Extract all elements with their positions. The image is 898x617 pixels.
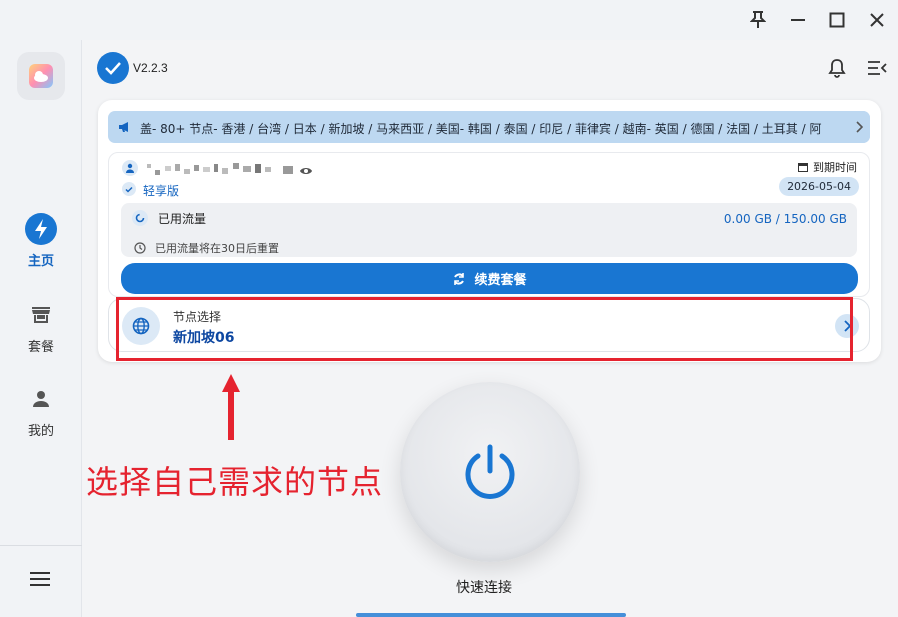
plan-name: 轻享版 [143,184,180,198]
notice-text: 盖- 80+ 节点- 香港 / 台湾 / 日本 / 新加坡 / 马来西亚 / 美… [140,122,822,136]
pin-icon[interactable] [746,8,770,32]
renew-button[interactable]: 续费套餐 [121,263,858,294]
expiry-date: 2026-05-04 [779,177,859,196]
reset-note: 已用流量将在30日后重置 [155,242,279,255]
bell-icon[interactable] [825,56,849,80]
notice-banner[interactable]: 盖- 80+ 节点- 香港 / 台湾 / 日本 / 新加坡 / 马来西亚 / 美… [108,111,870,143]
annotation-highlight-box [116,297,853,361]
menu-collapse-icon[interactable] [865,56,889,80]
account-info: 轻享版 到期时间 2026-05-04 已用流量 0.00 GB / 150.0… [108,152,870,297]
sidebar-item-profile[interactable]: 我的 [0,382,82,439]
minimize-icon[interactable] [786,8,810,32]
sidebar-divider [0,545,82,546]
person-icon [0,382,82,416]
usage-icon [132,210,148,226]
username-redacted [147,161,295,175]
calendar-icon [798,163,808,172]
sidebar: 主页 套餐 我的 [0,40,82,617]
sidebar-item-home[interactable]: 主页 [0,212,82,269]
traffic-panel: 已用流量 0.00 GB / 150.00 GB 已用流量将在30日后重置 [121,203,857,257]
refresh-icon [454,272,465,285]
power-button[interactable] [400,382,580,562]
sidebar-item-plans[interactable]: 套餐 [0,298,82,355]
sidebar-item-label: 我的 [27,424,54,439]
chevron-right-icon[interactable] [848,111,870,143]
renew-label: 续费套餐 [474,273,527,288]
traffic-value: 0.00 GB / 150.00 GB [723,212,847,226]
flash-icon [0,212,82,246]
maximize-icon[interactable] [825,8,849,32]
title-bar [0,0,898,40]
menu-icon[interactable] [29,571,53,589]
verified-icon [122,182,136,196]
megaphone-icon [119,122,128,132]
clock-icon [134,239,146,258]
expiry-label: 到期时间 [798,159,857,175]
version-label: V2.2.3 [133,61,168,75]
app-logo [17,52,65,100]
connect-label: 快速连接 [456,580,512,596]
close-icon[interactable] [865,8,889,32]
sidebar-item-label: 主页 [27,254,54,269]
bottom-indicator [356,613,626,617]
annotation-text: 选择自己需求的节点 [86,463,384,501]
annotation-arrow [220,372,242,442]
traffic-label: 已用流量 [158,212,207,226]
sidebar-item-label: 套餐 [27,340,54,355]
store-icon [0,298,82,332]
power-icon [465,444,515,499]
expiry-label-text: 到期时间 [813,161,857,174]
eye-icon[interactable] [299,161,313,180]
check-icon [97,52,129,84]
user-icon [122,160,138,176]
